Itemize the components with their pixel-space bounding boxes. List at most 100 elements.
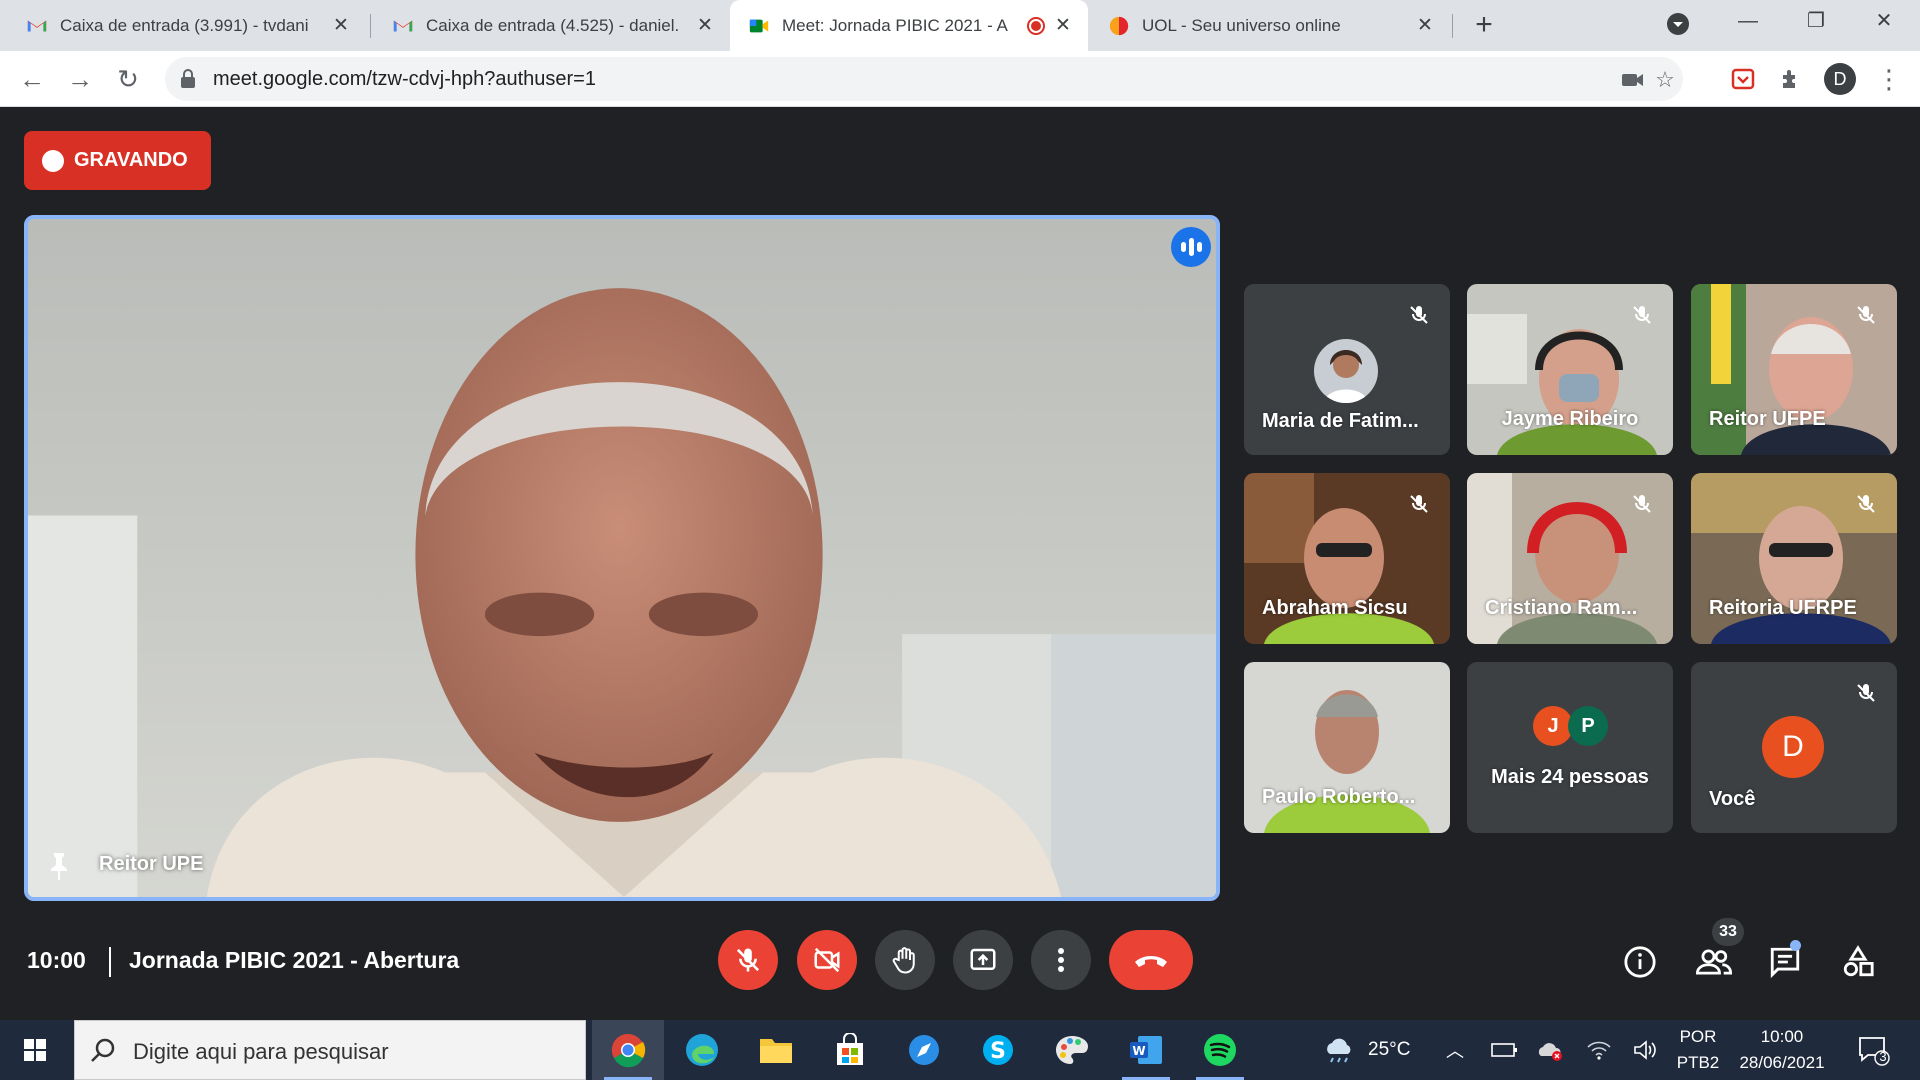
minimize-button[interactable]: — [1716, 0, 1780, 42]
profile-avatar[interactable]: D [1824, 63, 1856, 95]
wifi-icon [1587, 1041, 1611, 1060]
restore-button[interactable]: ❐ [1784, 0, 1848, 42]
back-button[interactable]: ← [14, 61, 50, 97]
participant-name: Maria de Fatim... [1262, 410, 1419, 432]
mic-off-icon [1625, 487, 1659, 521]
mic-off-icon [736, 948, 760, 972]
taskbar-search-box[interactable]: Digite aqui para pesquisar [74, 1020, 586, 1080]
more-options-button[interactable] [1031, 930, 1091, 990]
weather-widget[interactable]: 25°C [1322, 1020, 1410, 1080]
participant-tile[interactable]: Paulo Roberto... [1244, 662, 1450, 833]
uol-icon [1109, 16, 1129, 35]
phone-hangup-icon [1135, 956, 1167, 967]
taskbar-clock[interactable]: 10:00 28/06/2021 [1726, 1027, 1838, 1073]
meeting-title: Jornada PIBIC 2021 - Abertura [129, 947, 460, 973]
participant-tile[interactable]: Reitor UFPE [1691, 284, 1897, 455]
close-icon[interactable]: ✕ [1052, 14, 1074, 37]
tab-search-button[interactable] [1666, 12, 1690, 41]
wifi-tray[interactable] [1586, 1020, 1612, 1080]
pin-icon[interactable] [46, 851, 72, 881]
avatar: J [1533, 706, 1573, 746]
taskbar-word[interactable]: W [1110, 1020, 1182, 1080]
participant-name: Paulo Roberto... [1262, 786, 1416, 808]
reload-button[interactable]: ↻ [110, 61, 146, 97]
taskbar-paint[interactable] [1036, 1020, 1108, 1080]
cloud-error-icon [1538, 1043, 1562, 1061]
participant-tile[interactable]: Jayme Ribeiro [1467, 284, 1673, 455]
tab-uol[interactable]: UOL - Seu universo online ✕ [1090, 0, 1450, 51]
taskbar-spotify[interactable] [1184, 1020, 1256, 1080]
meeting-time: 10:00 [27, 947, 86, 973]
mic-off-icon [1402, 298, 1436, 332]
activities-button[interactable] [1838, 942, 1878, 982]
store-bag-icon [837, 1033, 863, 1065]
participant-tile[interactable]: Reitoria UFRPE [1691, 473, 1897, 644]
show-everyone-button[interactable] [1694, 942, 1734, 982]
language-indicator[interactable]: POR PTB2 [1672, 1027, 1724, 1073]
mic-toggle-button[interactable] [718, 930, 778, 990]
camera-icon[interactable] [1619, 66, 1647, 94]
taskbar-store[interactable] [814, 1020, 886, 1080]
participant-tile[interactable]: Cristiano Ram... [1467, 473, 1673, 644]
tab-separator [370, 14, 371, 38]
address-bar[interactable]: meet.google.com/tzw-cdvj-hph?authuser=1 … [165, 57, 1683, 101]
main-speaker-tile[interactable]: Reitor UPE [24, 215, 1220, 901]
keyboard-layout: PTB2 [1676, 1053, 1720, 1072]
leave-call-button[interactable] [1109, 930, 1193, 990]
close-icon[interactable]: ✕ [330, 14, 352, 37]
address-toolbar: ← → ↻ meet.google.com/tzw-cdvj-hph?authu… [0, 51, 1920, 107]
more-participants-tile[interactable]: J P Mais 24 pessoas [1467, 662, 1673, 833]
extensions-puzzle-icon[interactable] [1779, 67, 1803, 91]
paint-palette-icon [1056, 1036, 1088, 1064]
forward-button[interactable]: → [62, 61, 98, 97]
raise-hand-button[interactable] [875, 930, 935, 990]
pocket-extension-icon[interactable] [1731, 67, 1755, 91]
start-button[interactable] [0, 1020, 70, 1080]
present-icon [970, 948, 996, 970]
mic-off-icon [1402, 487, 1436, 521]
compass-icon [909, 1035, 939, 1065]
tab-meet[interactable]: Meet: Jornada PIBIC 2021 - A ✕ [730, 0, 1088, 51]
avatar [1314, 339, 1378, 403]
speaker-name: Reitor UPE [99, 853, 204, 875]
people-count-badge: 33 [1712, 918, 1744, 946]
participant-tile[interactable]: Abraham Sicsu [1244, 473, 1450, 644]
chat-notification-dot [1790, 940, 1801, 951]
taskbar-network-app[interactable] [888, 1020, 960, 1080]
taskbar-skype[interactable]: S [962, 1020, 1034, 1080]
volume-tray[interactable] [1632, 1020, 1658, 1080]
battery-tray[interactable] [1490, 1020, 1518, 1080]
close-icon[interactable]: ✕ [694, 14, 716, 37]
language-code: POR [1679, 1027, 1717, 1046]
clock-time: 10:00 [1760, 1027, 1804, 1046]
clock-date: 28/06/2021 [1739, 1053, 1825, 1072]
chrome-icon [611, 1033, 646, 1068]
speaking-indicator-icon [1171, 227, 1211, 267]
taskbar-file-explorer[interactable] [740, 1020, 812, 1080]
svg-text:W: W [1132, 1044, 1145, 1058]
browser-menu-icon[interactable]: ⋮ [1876, 63, 1902, 95]
tab-title: Caixa de entrada (3.991) - tvdani [60, 15, 309, 35]
tab-gmail-1[interactable]: Caixa de entrada (3.991) - tvdani ✕ [8, 0, 366, 51]
new-tab-button[interactable]: + [1466, 8, 1502, 44]
show-hidden-icons[interactable]: ︿ [1446, 1020, 1464, 1080]
present-screen-button[interactable] [953, 930, 1013, 990]
taskbar-chrome[interactable] [592, 1020, 664, 1080]
action-center-button[interactable]: 3 [1856, 1020, 1890, 1080]
meeting-details-button[interactable] [1620, 942, 1660, 982]
tab-gmail-2[interactable]: Caixa de entrada (4.525) - daniel. ✕ [374, 0, 730, 51]
onedrive-tray[interactable] [1535, 1020, 1565, 1080]
window-close-button[interactable]: ✕ [1852, 0, 1916, 42]
avatar: D [1762, 716, 1824, 778]
taskbar-edge[interactable] [666, 1020, 738, 1080]
tab-title: Meet: Jornada PIBIC 2021 - A [782, 15, 1008, 35]
close-icon[interactable]: ✕ [1414, 14, 1436, 37]
people-icon [1696, 949, 1732, 975]
self-tile[interactable]: D Você [1691, 662, 1897, 833]
recording-label: GRAVANDO [74, 149, 188, 171]
cloud-rain-icon [1327, 1038, 1351, 1063]
camera-toggle-button[interactable] [797, 930, 857, 990]
url-text: meet.google.com/tzw-cdvj-hph?authuser=1 [213, 68, 596, 90]
bookmark-star-icon[interactable]: ☆ [1651, 66, 1679, 94]
participant-tile[interactable]: Maria de Fatim... [1244, 284, 1450, 455]
